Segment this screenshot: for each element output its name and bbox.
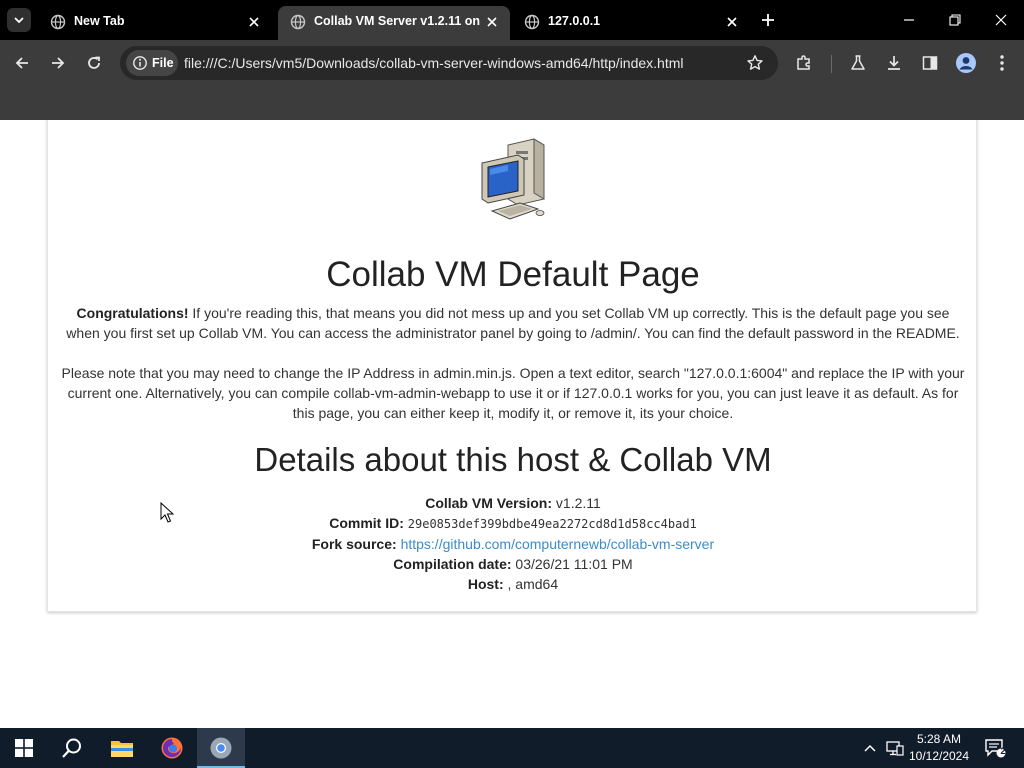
- close-window-button[interactable]: [978, 0, 1024, 40]
- globe-icon: [290, 14, 306, 30]
- download-icon: [888, 56, 900, 70]
- chevron-up-icon: [864, 744, 876, 752]
- show-hidden-icons-button[interactable]: [860, 738, 880, 758]
- side-panel-icon: [922, 56, 938, 70]
- tab-strip: New Tab Collab VM Server v1.2.11 on , a …: [0, 0, 1024, 40]
- mouse-cursor-icon: [160, 502, 174, 523]
- tab-new-tab[interactable]: New Tab: [38, 6, 272, 40]
- clock-time: 5:28 AM: [916, 732, 962, 746]
- back-button[interactable]: [10, 51, 34, 75]
- close-tab-icon[interactable]: [724, 14, 740, 30]
- close-tab-icon[interactable]: [246, 14, 262, 30]
- plus-icon: [762, 14, 774, 26]
- restore-button[interactable]: [932, 0, 978, 40]
- firefox-icon: [161, 737, 183, 759]
- downloads-button[interactable]: [882, 51, 906, 75]
- flask-icon: [851, 55, 865, 70]
- detail-value: 29e0853def399bdbe49ea2272cd8d1d58cc4bad1: [407, 517, 697, 531]
- close-tab-icon[interactable]: [484, 14, 500, 30]
- detail-label: Commit ID:: [329, 515, 404, 531]
- chevron-down-icon: [14, 17, 24, 24]
- intro-paragraph: Congratulations! If you're reading this,…: [60, 303, 966, 343]
- forward-button[interactable]: [46, 51, 70, 75]
- site-info-chip[interactable]: File: [126, 50, 178, 76]
- menu-button[interactable]: [990, 51, 1014, 75]
- toolbar-divider: [831, 55, 832, 73]
- action-center-button[interactable]: 2: [983, 738, 1007, 758]
- bookmarks-bar: [0, 86, 1024, 120]
- notification-count-badge: 2: [1000, 746, 1006, 756]
- tab-title: Collab VM Server v1.2.11 on , a: [314, 14, 480, 28]
- detail-fork: Fork source: https://github.com/computer…: [48, 536, 978, 552]
- tab-collab-vm-server[interactable]: Collab VM Server v1.2.11 on , a: [278, 6, 510, 40]
- minimize-icon: [904, 19, 914, 21]
- file-explorer-button[interactable]: [98, 728, 146, 768]
- detail-value: , amd64: [507, 576, 559, 592]
- globe-icon: [50, 14, 66, 30]
- labs-button[interactable]: [846, 51, 870, 75]
- kebab-menu-icon: [1000, 55, 1004, 71]
- start-button[interactable]: [0, 728, 48, 768]
- note-paragraph: Please note that you may need to change …: [61, 365, 965, 421]
- new-tab-button[interactable]: [756, 8, 780, 32]
- detail-label: Compilation date:: [393, 556, 512, 572]
- intro-text: If you're reading this, that means you d…: [66, 305, 960, 341]
- detail-commit: Commit ID: 29e0853def399bdbe49ea2272cd8d…: [48, 515, 978, 531]
- detail-label: Host:: [467, 576, 504, 592]
- tab-localhost[interactable]: 127.0.0.1: [512, 6, 748, 40]
- browser-toolbar: File file:///C:/Users/vm5/Downloads/coll…: [0, 40, 1024, 86]
- firefox-button[interactable]: [148, 728, 196, 768]
- site-chip-label: File: [152, 56, 174, 70]
- system-clock[interactable]: 5:28 AM 10/12/2024: [900, 731, 978, 765]
- page-title: Collab VM Default Page: [326, 255, 700, 294]
- taskbar: 5:28 AM 10/12/2024 2: [0, 728, 1024, 768]
- restore-icon: [949, 14, 961, 26]
- minimize-button[interactable]: [886, 0, 932, 40]
- fork-source-link[interactable]: https://github.com/computernewb/collab-v…: [401, 536, 715, 552]
- start-icon: [15, 739, 33, 757]
- url-text[interactable]: file:///C:/Users/vm5/Downloads/collab-vm…: [184, 55, 684, 71]
- extensions-button[interactable]: [792, 51, 816, 75]
- arrow-right-icon: [52, 57, 65, 69]
- star-icon: [747, 55, 763, 70]
- content-card: Collab VM Default Page Congratulations! …: [47, 120, 977, 612]
- clock-date: 10/12/2024: [908, 749, 970, 763]
- reload-icon: [88, 56, 100, 69]
- bookmark-star-button[interactable]: [744, 52, 766, 74]
- info-icon: [133, 56, 147, 70]
- globe-icon: [524, 14, 540, 30]
- file-explorer-icon: [111, 741, 133, 757]
- page-viewport[interactable]: Collab VM Default Page Congratulations! …: [0, 120, 1024, 728]
- side-panel-button[interactable]: [918, 51, 942, 75]
- search-button[interactable]: [48, 728, 96, 768]
- detail-compilation: Compilation date: 03/26/21 11:01 PM: [48, 556, 978, 572]
- intro-strong: Congratulations!: [76, 305, 189, 321]
- avatar-icon: [956, 53, 976, 73]
- detail-label: Collab VM Version:: [425, 495, 553, 511]
- chrome-button[interactable]: [197, 728, 245, 768]
- close-icon: [995, 14, 1007, 26]
- tab-title: 127.0.0.1: [548, 14, 601, 28]
- puzzle-icon: [797, 55, 810, 70]
- arrow-left-icon: [15, 57, 28, 69]
- detail-version: Collab VM Version: v1.2.11: [48, 495, 978, 511]
- detail-value: 03/26/21 11:01 PM: [515, 556, 633, 572]
- details-heading: Details about this host & Collab VM: [254, 441, 772, 478]
- search-icon: [62, 738, 81, 758]
- tab-search-button[interactable]: [7, 8, 31, 32]
- detail-host: Host: , amd64: [48, 576, 978, 592]
- detail-label: Fork source:: [311, 536, 397, 552]
- tab-title: New Tab: [74, 14, 125, 28]
- detail-value: v1.2.11: [555, 495, 601, 511]
- chrome-icon: [210, 737, 232, 759]
- computer-icon: [481, 138, 545, 220]
- profile-button[interactable]: [954, 51, 978, 75]
- address-bar[interactable]: File file:///C:/Users/vm5/Downloads/coll…: [120, 46, 778, 80]
- reload-button[interactable]: [82, 51, 106, 75]
